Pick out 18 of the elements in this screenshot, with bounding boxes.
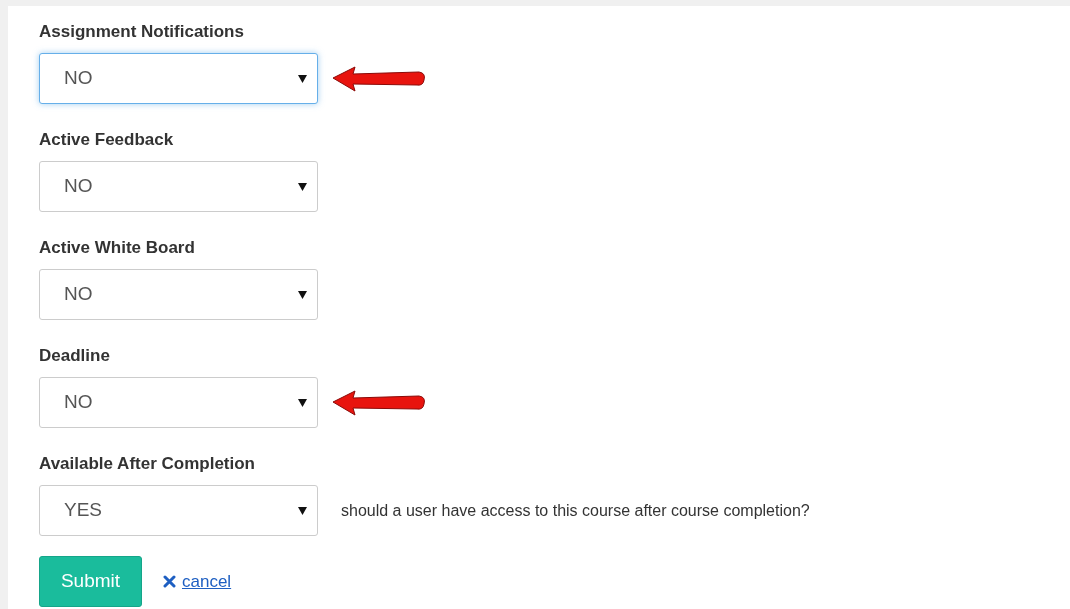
close-icon xyxy=(163,575,176,588)
help-text: should a user have access to this course after course completion? xyxy=(341,500,810,521)
field-label: Active Feedback xyxy=(39,130,175,150)
caret-icon xyxy=(298,290,307,299)
caret-icon xyxy=(298,182,307,191)
field-label: Active White Board xyxy=(39,238,196,258)
field-label: Deadline xyxy=(39,346,111,366)
caret-icon xyxy=(298,506,307,515)
dropdown[interactable]: NO xyxy=(39,53,318,104)
dropdown[interactable]: YES xyxy=(39,485,318,536)
caret-icon xyxy=(298,74,307,83)
dropdown[interactable]: NO xyxy=(39,161,318,212)
dropdown[interactable]: NO xyxy=(39,269,318,320)
field-label: Available After Completion xyxy=(39,454,256,474)
dropdown[interactable]: NO xyxy=(39,377,318,428)
cancel-link[interactable]: cancel xyxy=(163,568,232,595)
field-label: Assignment Notifications xyxy=(39,22,245,42)
caret-icon xyxy=(298,398,307,407)
